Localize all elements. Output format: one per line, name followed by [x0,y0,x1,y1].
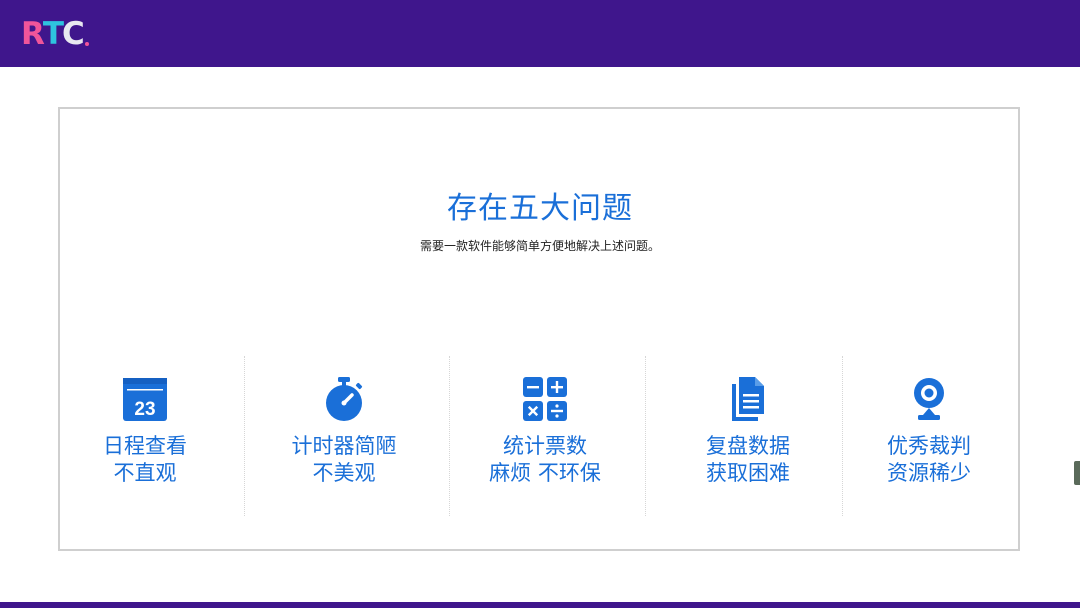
stopwatch-icon [320,375,368,423]
problem-card-voting: 统计票数 麻烦 不环保 [480,360,610,515]
calendar-day-number: 23 [134,399,155,420]
problem-label: 优秀裁判 资源稀少 [887,434,971,485]
problem-card-replay: 复盘数据 获取困难 [688,360,808,515]
page-subtitle: 需要一款软件能够简单方便地解决上述问题。 [419,239,660,253]
top-header-bar: RTC [0,0,1080,67]
rtc-logo[interactable]: RTC [21,14,89,54]
problem-label: 计时器简陋 不美观 [291,434,397,485]
document-icon [724,375,772,423]
column-divider [842,356,843,516]
column-divider [645,356,646,516]
webcam-icon [905,375,953,423]
calculator-icon [521,375,569,423]
calendar-icon: 23 [121,375,169,423]
problem-label: 统计票数 麻烦 不环保 [489,434,601,485]
page-title: 存在五大问题 [447,191,633,226]
problem-label: 复盘数据 获取困难 [706,434,790,485]
problem-card-referee: 优秀裁判 资源稀少 [869,360,989,515]
column-divider [244,356,245,516]
problem-label: 日程查看 不直观 [103,434,187,485]
bottom-bar [0,602,1080,608]
problem-card-timer: 计时器简陋 不美观 [274,360,414,515]
problem-card-schedule: 23 日程查看 不直观 [85,360,205,515]
side-handle[interactable] [1074,461,1080,485]
column-divider [449,356,450,516]
